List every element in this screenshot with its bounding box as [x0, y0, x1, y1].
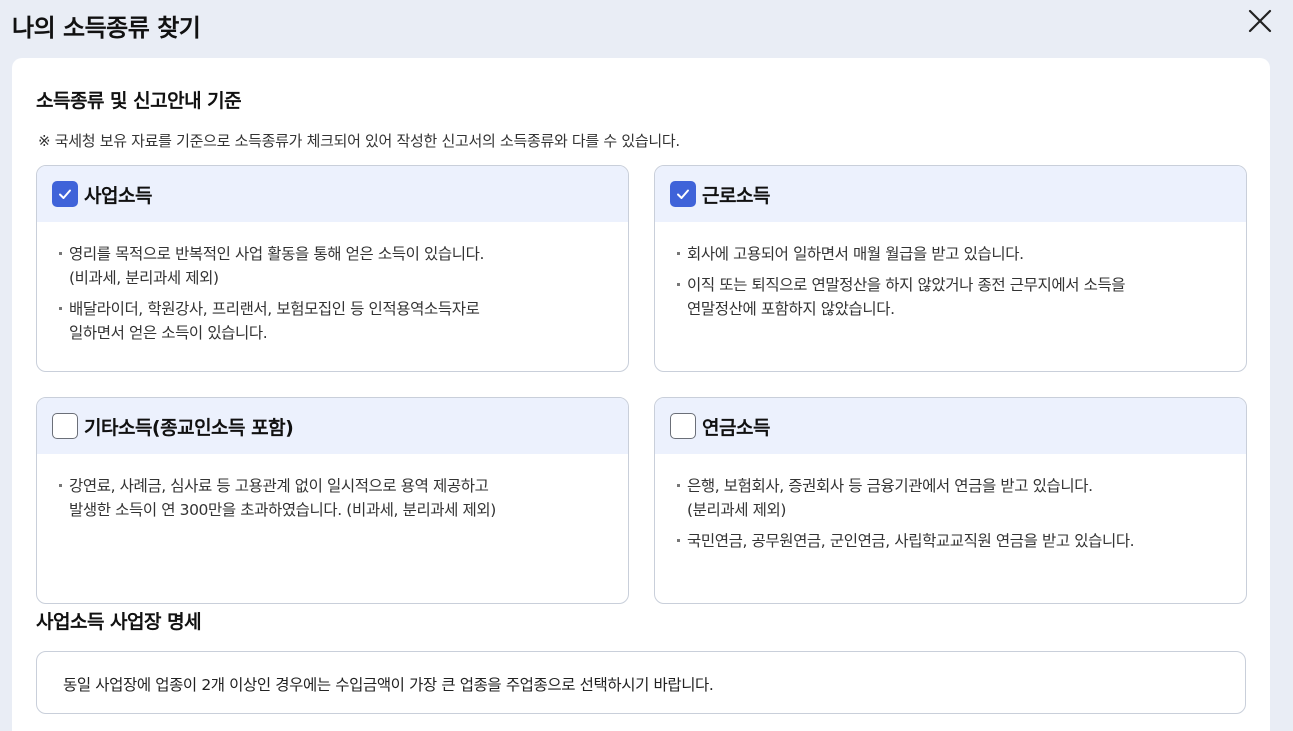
- notice-text: ※ 국세청 보유 자료를 기준으로 소득종류가 체크되어 있어 작성한 신고서의…: [38, 132, 680, 150]
- checkbox[interactable]: [670, 413, 696, 439]
- close-icon: [1248, 9, 1272, 33]
- list-item-line: 일하면서 얻은 소득이 있습니다.: [69, 324, 268, 342]
- card-body: 강연료, 사례금, 심사료 등 고용관계 없이 일시적으로 용역 제공하고발생한…: [37, 454, 628, 522]
- section-title-business-detail: 사업소득 사업장 명세: [36, 611, 202, 633]
- list-item-line: 은행, 보험회사, 증권회사 등 금융기관에서 연금을 받고 있습니다.: [687, 477, 1093, 495]
- section-title-criteria: 소득종류 및 신고안내 기준: [36, 90, 242, 112]
- list-item-line: 회사에 고용되어 일하면서 매월 월급을 받고 있습니다.: [687, 245, 1024, 263]
- checkbox[interactable]: [670, 181, 696, 207]
- card-title: 기타소득(종교인소득 포함): [84, 416, 294, 439]
- check-icon: [59, 189, 71, 199]
- list-item-line: 강연료, 사례금, 심사료 등 고용관계 없이 일시적으로 용역 제공하고: [69, 477, 489, 495]
- checkbox[interactable]: [52, 413, 78, 439]
- list-item: 회사에 고용되어 일하면서 매월 월급을 받고 있습니다.: [677, 242, 1226, 266]
- card-header[interactable]: 연금소득: [655, 398, 1246, 454]
- checkbox[interactable]: [52, 181, 78, 207]
- list-item: 은행, 보험회사, 증권회사 등 금융기관에서 연금을 받고 있습니다. (분리과…: [677, 474, 1226, 522]
- list-item-line: (비과세, 분리과세 제외): [69, 269, 219, 287]
- list-item-line: 발생한 소득이 연 300만을 초과하였습니다. (비과세, 분리과세 제외): [69, 501, 496, 519]
- card-header[interactable]: 기타소득(종교인소득 포함): [37, 398, 628, 454]
- list-item: 영리를 목적으로 반복적인 사업 활동을 통해 얻은 소득이 있습니다. (비과세…: [59, 242, 608, 290]
- card-title: 근로소득: [702, 184, 770, 207]
- business-detail-info: 동일 사업장에 업종이 2개 이상인 경우에는 수입금액이 가장 큰 업종을 주…: [36, 651, 1246, 714]
- card-body: 회사에 고용되어 일하면서 매월 월급을 받고 있습니다. 이직 또는 퇴직으로 …: [655, 222, 1246, 321]
- list-item-line: 국민연금, 공무원연금, 군인연금, 사립학교교직원 연금을 받고 있습니다.: [687, 532, 1135, 550]
- check-icon: [677, 189, 689, 199]
- list-item-line: 이직 또는 퇴직으로 연말정산을 하지 않았거나 종전 근무지에서 소득을: [687, 276, 1126, 294]
- card-earned-income: 근로소득회사에 고용되어 일하면서 매월 월급을 받고 있습니다. 이직 또는 퇴…: [654, 165, 1247, 372]
- card-other-income: 기타소득(종교인소득 포함) 강연료, 사례금, 심사료 등 고용관계 없이 일시…: [36, 397, 629, 604]
- close-button[interactable]: [1247, 8, 1273, 34]
- list-item: 배달라이더, 학원강사, 프리랜서, 보험모집인 등 인적용역소득자로일하면서 …: [59, 297, 608, 345]
- card-business-income: 사업소득영리를 목적으로 반복적인 사업 활동을 통해 얻은 소득이 있습니다.…: [36, 165, 629, 372]
- list-item-line: 연말정산에 포함하지 않았습니다.: [687, 300, 895, 318]
- modal-title: 나의 소득종류 찾기: [12, 14, 201, 42]
- list-item: 강연료, 사례금, 심사료 등 고용관계 없이 일시적으로 용역 제공하고발생한…: [59, 474, 608, 522]
- card-title: 사업소득: [84, 184, 152, 207]
- card-pension-income: 연금소득은행, 보험회사, 증권회사 등 금융기관에서 연금을 받고 있습니다.…: [654, 397, 1247, 604]
- card-header[interactable]: 근로소득: [655, 166, 1246, 222]
- list-item-line: (분리과세 제외): [687, 501, 786, 519]
- list-item-line: 배달라이더, 학원강사, 프리랜서, 보험모집인 등 인적용역소득자로: [69, 300, 480, 318]
- list-item-line: 영리를 목적으로 반복적인 사업 활동을 통해 얻은 소득이 있습니다.: [69, 245, 484, 263]
- list-item: 이직 또는 퇴직으로 연말정산을 하지 않았거나 종전 근무지에서 소득을연말정…: [677, 273, 1226, 321]
- card-title: 연금소득: [702, 416, 770, 439]
- list-item: 국민연금, 공무원연금, 군인연금, 사립학교교직원 연금을 받고 있습니다.: [677, 529, 1226, 553]
- card-header[interactable]: 사업소득: [37, 166, 628, 222]
- content-panel: 소득종류 및 신고안내 기준 ※ 국세청 보유 자료를 기준으로 소득종류가 체…: [12, 58, 1270, 731]
- card-body: 영리를 목적으로 반복적인 사업 활동을 통해 얻은 소득이 있습니다. (비과세…: [37, 222, 628, 345]
- card-body: 은행, 보험회사, 증권회사 등 금융기관에서 연금을 받고 있습니다. (분리과…: [655, 454, 1246, 553]
